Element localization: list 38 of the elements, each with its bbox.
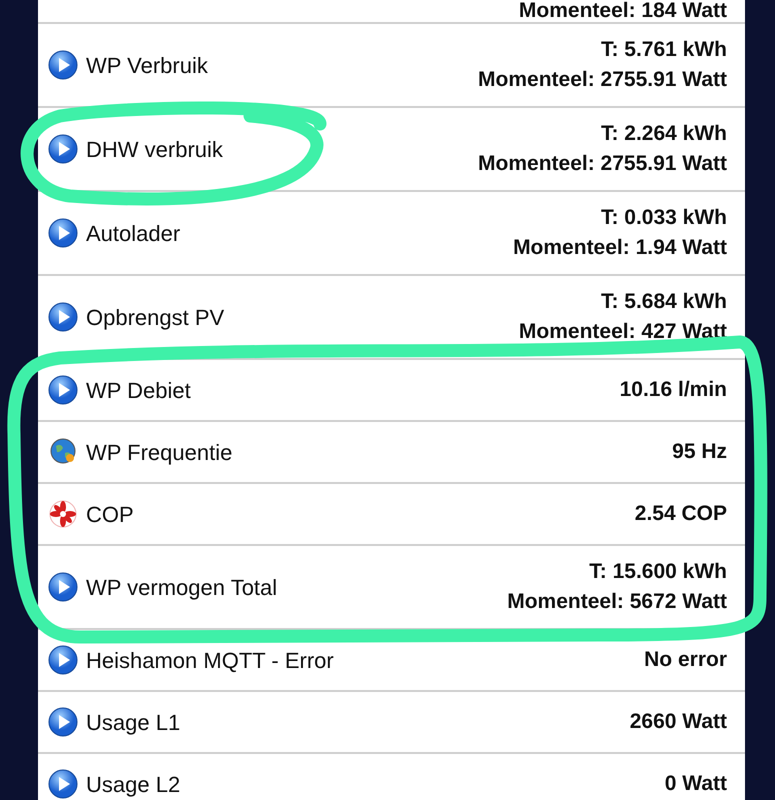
device-reading: Momenteel: 427 Watt bbox=[518, 319, 727, 345]
device-reading: Momenteel: 2755.91 Watt bbox=[478, 151, 727, 177]
device-reading: T: 15.600 kWh bbox=[589, 559, 727, 585]
device-reading: 2660 Watt bbox=[630, 709, 727, 735]
device-reading: 95 Hz bbox=[672, 439, 727, 465]
device-reading: 2.54 COP bbox=[634, 501, 727, 527]
play-icon[interactable] bbox=[48, 218, 78, 248]
play-icon[interactable] bbox=[48, 572, 78, 602]
device-name: Heishamon MQTT - Error bbox=[86, 646, 334, 674]
device-name: Usage L2 bbox=[86, 770, 180, 799]
play-icon[interactable] bbox=[48, 769, 78, 799]
device-name: Usage L1 bbox=[86, 708, 180, 737]
fan-icon[interactable] bbox=[48, 499, 78, 529]
play-icon[interactable] bbox=[48, 645, 78, 675]
play-icon[interactable] bbox=[48, 50, 78, 80]
device-reading: T: 5.761 kWh bbox=[600, 37, 727, 63]
device-name: WP vermogen Total bbox=[86, 574, 278, 602]
play-icon[interactable] bbox=[48, 707, 78, 737]
device-reading: Momenteel: 1.94 Watt bbox=[513, 235, 727, 261]
device-name: WP Frequentie bbox=[86, 438, 232, 467]
device-reading: 0 Watt bbox=[664, 771, 727, 797]
device-name: COP bbox=[86, 500, 134, 528]
play-icon[interactable] bbox=[48, 302, 78, 332]
device-name: WP Debiet bbox=[86, 376, 191, 404]
device-reading: T: 0.033 kWh bbox=[600, 205, 727, 231]
device-reading: Momenteel: 5672 Watt bbox=[507, 589, 727, 615]
device-reading: Momenteel: 2755.91 Watt bbox=[478, 67, 727, 93]
device-name: DHW verbruik bbox=[86, 136, 223, 164]
device-reading: 10.16 l/min bbox=[620, 377, 727, 403]
device-name: Autolader bbox=[86, 220, 180, 248]
device-reading: T: 5.684 kWh bbox=[600, 289, 727, 315]
device-name: Opbrengst PV bbox=[86, 304, 224, 332]
device-name: WP Verbruik bbox=[86, 52, 208, 80]
play-icon[interactable] bbox=[48, 134, 78, 164]
device-reading: No error bbox=[644, 647, 727, 673]
device-reading: T: 2.264 kWh bbox=[600, 121, 727, 147]
device-reading: Momenteel: 184 Watt bbox=[518, 0, 727, 22]
play-icon[interactable] bbox=[48, 375, 78, 405]
